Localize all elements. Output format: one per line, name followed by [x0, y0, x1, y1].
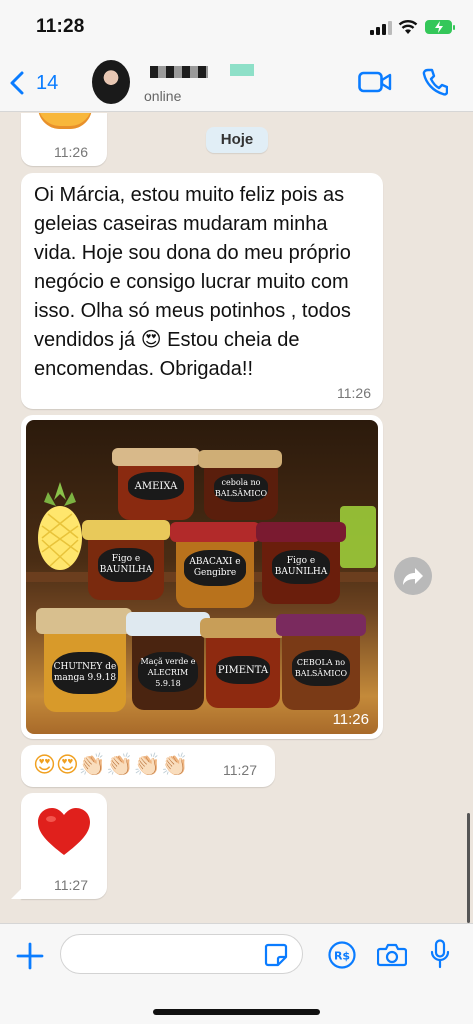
jar-label-pimenta: PIMENTA: [216, 656, 270, 684]
chat-area[interactable]: 11:26 Hoje Oi Márcia, estou muito feliz …: [0, 113, 473, 923]
jar-label-ameixa: AMEIXA: [128, 472, 184, 500]
jar-label-figo-baunilha: Figo e BAUNILHA: [98, 548, 154, 582]
jar-lid: [276, 614, 366, 636]
message-time: 11:26: [337, 385, 371, 401]
message-time: 11:26: [54, 144, 88, 160]
camera-icon[interactable]: [377, 943, 407, 967]
jar-label-chutney-manga: CHUTNEY de manga 9.9.18: [52, 652, 118, 694]
message-time: 11:27: [223, 762, 257, 778]
jar-lid: [198, 450, 282, 468]
jar-lid: [112, 448, 200, 466]
payment-rs-icon[interactable]: R$: [328, 941, 356, 969]
status-bar: 11:28: [0, 0, 473, 56]
message-text: Oi Márcia, estou muito feliz pois as gel…: [34, 184, 351, 380]
status-time: 11:28: [36, 16, 85, 37]
date-separator: Hoje: [206, 127, 268, 153]
jar-lid: [36, 608, 132, 634]
message-bubble-photo[interactable]: AMEIXA cebola no BALSÂMICO Figo e BAUNIL…: [21, 415, 383, 739]
microphone-icon[interactable]: [430, 939, 450, 969]
jar-lid: [82, 520, 170, 540]
scroll-indicator[interactable]: [467, 813, 470, 923]
jar-lid: [170, 522, 260, 542]
wifi-icon: [398, 20, 418, 34]
sticker-icon[interactable]: [264, 943, 288, 967]
video-call-icon[interactable]: [358, 70, 392, 94]
chat-header: 14 online: [0, 56, 473, 112]
emoji-row: 😍😍👏🏻👏🏻👏🏻👏🏻: [33, 753, 189, 778]
message-bubble-emoji-partial[interactable]: 11:26: [21, 113, 107, 166]
contact-name-redacted[interactable]: [150, 66, 208, 78]
message-time: 11:27: [54, 877, 88, 893]
svg-text:R$: R$: [334, 950, 350, 963]
red-heart-icon: [38, 808, 90, 855]
forward-button[interactable]: [394, 557, 432, 595]
jar-label-figo-baunilha-2: Figo e BAUNILHA: [272, 550, 330, 584]
message-bubble-text[interactable]: Oi Márcia, estou muito feliz pois as gel…: [21, 173, 383, 409]
jar-lid: [126, 612, 210, 636]
jar-lid: [200, 618, 286, 638]
unread-count: 14: [36, 71, 59, 94]
jar-lid: [256, 522, 346, 542]
home-indicator: [153, 1009, 320, 1015]
jar-label-cebola-balsamico: cebola no BALSÂMICO: [214, 474, 268, 502]
battery-charging-icon: [425, 20, 455, 34]
contact-name-redacted-mark: [230, 64, 254, 76]
jar-label-abacaxi-gengibre: ABACAXI e Gengibre: [184, 550, 246, 586]
message-bubble-heart[interactable]: 11:27: [11, 793, 107, 899]
cellular-signal-icon: [370, 21, 392, 35]
message-time: 11:26: [332, 711, 369, 728]
jar-label-cebola-balsamico-2: CEBOLA no BALSÂMICO: [292, 650, 350, 686]
pineapple-lamp: [38, 482, 82, 570]
jar-label-maca-verde-alecrim: Maçã verde e ALECRIM 5.9.18: [138, 652, 198, 692]
contact-status: online: [144, 88, 182, 104]
back-button[interactable]: 14: [10, 68, 70, 98]
input-bar: R$: [0, 923, 473, 1024]
chevron-left-icon: [10, 71, 24, 95]
contact-avatar[interactable]: [92, 60, 130, 104]
bubble-tail: [11, 887, 23, 899]
jam-jars-photo[interactable]: AMEIXA cebola no BALSÂMICO Figo e BAUNIL…: [26, 420, 378, 734]
message-bubble-emojis[interactable]: 😍😍👏🏻👏🏻👏🏻👏🏻 11:27: [21, 745, 275, 787]
smiley-emoji-icon: [38, 113, 92, 129]
phone-call-icon[interactable]: [422, 68, 448, 96]
plus-icon[interactable]: [16, 942, 44, 970]
